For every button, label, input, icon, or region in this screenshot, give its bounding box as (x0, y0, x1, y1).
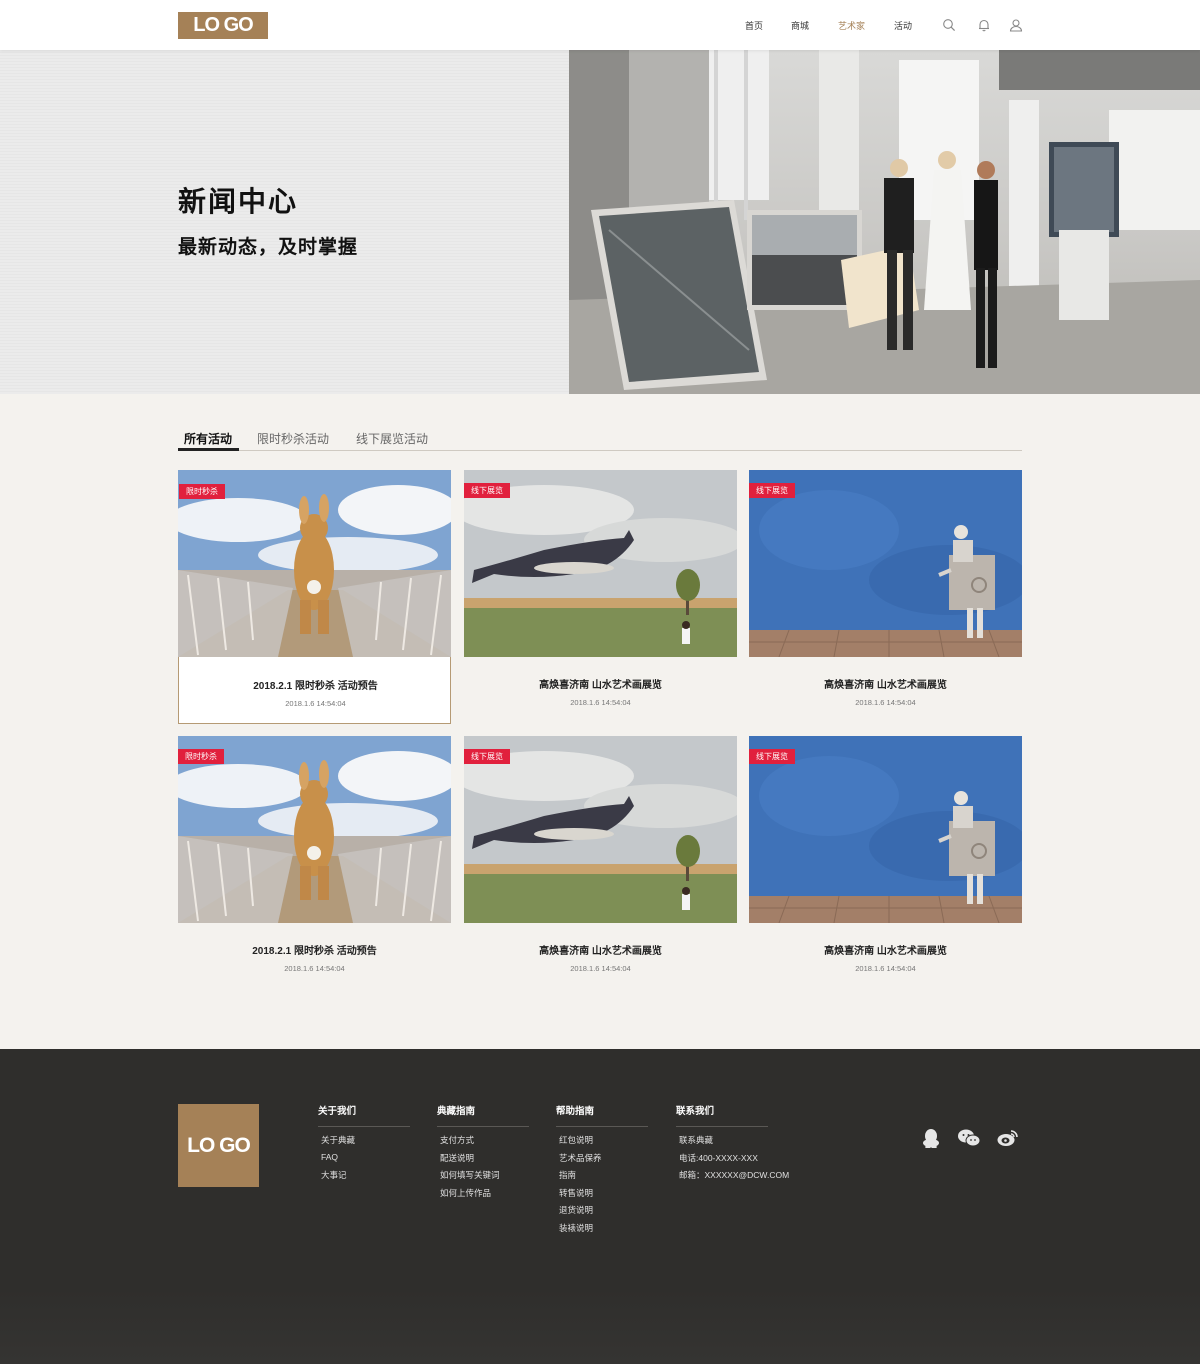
footer-link[interactable]: 如何上传作品 (437, 1187, 529, 1198)
footer-email: 邮箱：XXXXXX@DCW.COM (679, 1170, 790, 1180)
footer-link[interactable]: 装裱说明 (556, 1222, 648, 1233)
page-title: 新闻中心 (178, 186, 299, 217)
nav-artists[interactable]: 艺术家 (838, 19, 865, 32)
footer-link[interactable]: 指南 (556, 1169, 648, 1180)
footer-column-help: 帮助指南 红包说明 艺术品保养 指南 转售说明 退货说明 装裱说明 (556, 1103, 648, 1233)
card-image-robot-blue-wall (749, 470, 1022, 657)
footer-link[interactable]: 转售说明 (556, 1187, 648, 1198)
card-title[interactable]: 高焕喜济南 山水艺术画展览 (749, 942, 1022, 957)
card-date: 2018.1.6 14:54:04 (570, 698, 631, 707)
site-logo[interactable]: LO GO (178, 12, 268, 39)
footer-column-title: 关于我们 (318, 1103, 410, 1127)
footer-link[interactable]: 大事记 (318, 1169, 410, 1180)
footer-column-about: 关于我们 关于典藏 FAQ 大事记 (318, 1103, 410, 1180)
card-image-robot-blue-wall (749, 736, 1022, 923)
tab-flash-sale[interactable]: 限时秒杀活动 (257, 430, 329, 447)
activity-card[interactable]: 限时秒杀 2018.2.1 限时秒杀 活动预告 2018.1.6 14:54:0… (178, 470, 451, 724)
card-title[interactable]: 2018.2.1 限时秒杀 活动预告 (178, 942, 451, 957)
status-badge: 线下展览 (464, 749, 510, 764)
footer-column-contact: 联系我们 联系典藏 电话:400-XXXX-XXX 邮箱：XXXXXX@DCW.… (676, 1103, 789, 1180)
page-subtitle: 最新动态，及时掌握 (178, 237, 359, 258)
wechat-icon[interactable] (958, 1128, 980, 1148)
card-date: 2018.1.6 14:54:04 (855, 698, 916, 707)
footer-link[interactable]: 红包说明 (556, 1134, 648, 1145)
card-date: 2018.1.6 14:54:04 (570, 964, 631, 973)
footer-link[interactable]: 关于典藏 (318, 1134, 410, 1145)
status-badge: 限时秒杀 (179, 484, 225, 499)
footer-column-title: 典藏指南 (437, 1103, 529, 1127)
card-image-whale-sky (464, 736, 737, 923)
status-badge: 线下展览 (749, 483, 795, 498)
footer-column-guide: 典藏指南 支付方式 配送说明 如何填写关键词 如何上传作品 (437, 1103, 529, 1198)
activity-card[interactable]: 线下展览 高焕喜济南 山水艺术画展览 2018.1.6 14:54:04 (464, 736, 737, 990)
tab-offline-exhibition[interactable]: 线下展览活动 (356, 430, 428, 447)
card-image-whale-sky (464, 470, 737, 657)
nav-home[interactable]: 首页 (745, 19, 763, 32)
status-badge: 限时秒杀 (178, 749, 224, 764)
card-title[interactable]: 高焕喜济南 山水艺术画展览 (749, 676, 1022, 691)
card-date: 2018.1.6 14:54:04 (855, 964, 916, 973)
activity-card[interactable]: 线下展览 高焕喜济南 山水艺术画展览 2018.1.6 14:54:04 (749, 470, 1022, 724)
footer-link[interactable]: 如何填写关键词 (437, 1169, 529, 1180)
footer-link[interactable]: FAQ (318, 1152, 410, 1163)
user-icon[interactable] (1009, 18, 1023, 32)
footer-link[interactable]: 退货说明 (556, 1204, 648, 1215)
footer-link[interactable]: 支付方式 (437, 1134, 529, 1145)
active-tab-indicator (178, 448, 239, 451)
footer-column-title: 帮助指南 (556, 1103, 648, 1127)
nav-mall[interactable]: 商城 (791, 19, 809, 32)
bell-icon[interactable] (977, 18, 991, 32)
footer-link[interactable]: 联系典藏 (676, 1134, 768, 1145)
weibo-icon[interactable] (997, 1128, 1019, 1148)
hero-gallery-image (569, 50, 1200, 394)
status-badge: 线下展览 (749, 749, 795, 764)
nav-events[interactable]: 活动 (894, 19, 912, 32)
hero-banner-left (0, 50, 569, 394)
footer-link[interactable]: 艺术品保养 (556, 1152, 648, 1163)
activity-tabs: 所有活动 限时秒杀活动 线下展览活动 (178, 428, 1022, 451)
activity-card[interactable]: 线下展览 高焕喜济南 山水艺术画展览 2018.1.6 14:54:04 (749, 736, 1022, 990)
card-image-rabbit-bridge (178, 736, 451, 923)
top-header: LO GO 首页 商城 艺术家 活动 (0, 0, 1200, 50)
qq-icon[interactable] (920, 1128, 942, 1148)
footer-phone: 电话:400-XXXX-XXX (679, 1152, 758, 1163)
card-title[interactable]: 2018.2.1 限时秒杀 活动预告 (179, 677, 452, 692)
status-badge: 线下展览 (464, 483, 510, 498)
activity-card[interactable]: 线下展览 高焕喜济南 山水艺术画展览 2018.1.6 14:54:04 (464, 470, 737, 724)
card-date: 2018.1.6 14:54:04 (284, 964, 345, 973)
card-title[interactable]: 高焕喜济南 山水艺术画展览 (464, 676, 737, 691)
footer-column-title: 联系我们 (676, 1103, 768, 1127)
card-date: 2018.1.6 14:54:04 (285, 699, 346, 708)
card-title[interactable]: 高焕喜济南 山水艺术画展览 (464, 942, 737, 957)
footer-link[interactable]: 配送说明 (437, 1152, 529, 1163)
search-icon[interactable] (942, 18, 956, 32)
footer-logo[interactable]: LO GO (178, 1104, 259, 1187)
site-footer: LO GO 关于我们 关于典藏 FAQ 大事记 典藏指南 支付方式 配送说明 如… (0, 1049, 1200, 1364)
activity-card[interactable]: 限时秒杀 2018.2.1 限时秒杀 活动预告 2018.1.6 14:54:0… (178, 736, 451, 990)
tab-all-activities[interactable]: 所有活动 (184, 430, 232, 447)
